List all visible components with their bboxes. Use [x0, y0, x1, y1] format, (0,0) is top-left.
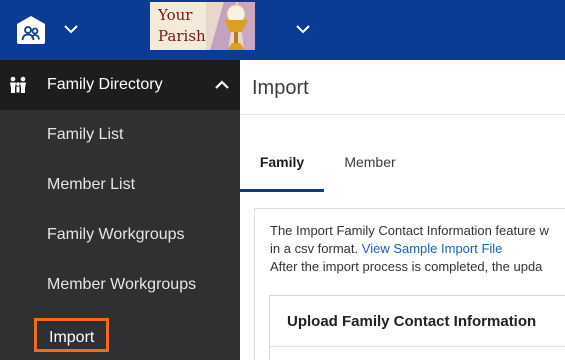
sidebar-item-label: Family List: [47, 126, 124, 143]
tab-bar: Family Member: [240, 140, 565, 192]
family-icon: [8, 76, 28, 94]
tab-label: Member: [344, 154, 396, 170]
top-bar: Your Parish: [0, 0, 565, 60]
upload-card-divider: [270, 346, 565, 347]
parish-chevron-down-icon[interactable]: [294, 20, 312, 38]
page-header: Import: [240, 60, 565, 115]
upload-card-title: Upload Family Contact Information: [287, 313, 537, 330]
main-content: Import Family Member The Import Family C…: [240, 60, 565, 360]
tab-label: Family: [259, 154, 305, 170]
chevron-up-icon[interactable]: [212, 76, 232, 94]
tab-family[interactable]: Family: [240, 140, 324, 192]
logo-text: Your Parish: [158, 5, 208, 47]
sidebar-item-label: Member List: [47, 176, 136, 193]
sidebar-section-family-directory[interactable]: Family Directory: [0, 60, 240, 110]
description-line-2-text: in a csv format.: [270, 241, 359, 256]
page-title: Import: [252, 77, 309, 99]
import-description: The Import Family Contact Information fe…: [270, 222, 565, 276]
upload-card: Upload Family Contact Information: [269, 295, 565, 360]
sidebar-item-member-workgroups[interactable]: Member Workgroups: [0, 260, 240, 310]
sidebar-item-label: Import: [34, 318, 110, 352]
description-line-1: The Import Family Contact Information fe…: [270, 223, 549, 238]
import-panel: The Import Family Contact Information fe…: [254, 208, 565, 360]
sidebar-item-import[interactable]: Import: [0, 318, 240, 360]
sidebar-item-member-list[interactable]: Member List: [0, 160, 240, 210]
chevron-down-icon[interactable]: [62, 20, 80, 38]
description-line-3: After the import process is completed, t…: [270, 259, 543, 274]
sidebar: Family Directory Family List Member List…: [0, 60, 240, 360]
house-people-icon[interactable]: [14, 13, 48, 47]
tab-member[interactable]: Member: [324, 140, 416, 192]
parish-logo: Your Parish: [150, 2, 255, 50]
sidebar-item-label: Member Workgroups: [47, 276, 197, 293]
logo-line-2: Parish: [158, 27, 206, 45]
chalice-artwork: [206, 2, 255, 50]
sidebar-item-family-list[interactable]: Family List: [0, 110, 240, 160]
sidebar-item-label: Family Workgroups: [47, 226, 185, 243]
logo-line-1: Your: [158, 6, 193, 24]
sidebar-section-label: Family Directory: [47, 76, 163, 93]
sidebar-item-family-workgroups[interactable]: Family Workgroups: [0, 210, 240, 260]
description-line-2: in a csv format. View Sample Import File: [270, 240, 565, 258]
view-sample-import-file-link[interactable]: View Sample Import File: [362, 241, 503, 256]
